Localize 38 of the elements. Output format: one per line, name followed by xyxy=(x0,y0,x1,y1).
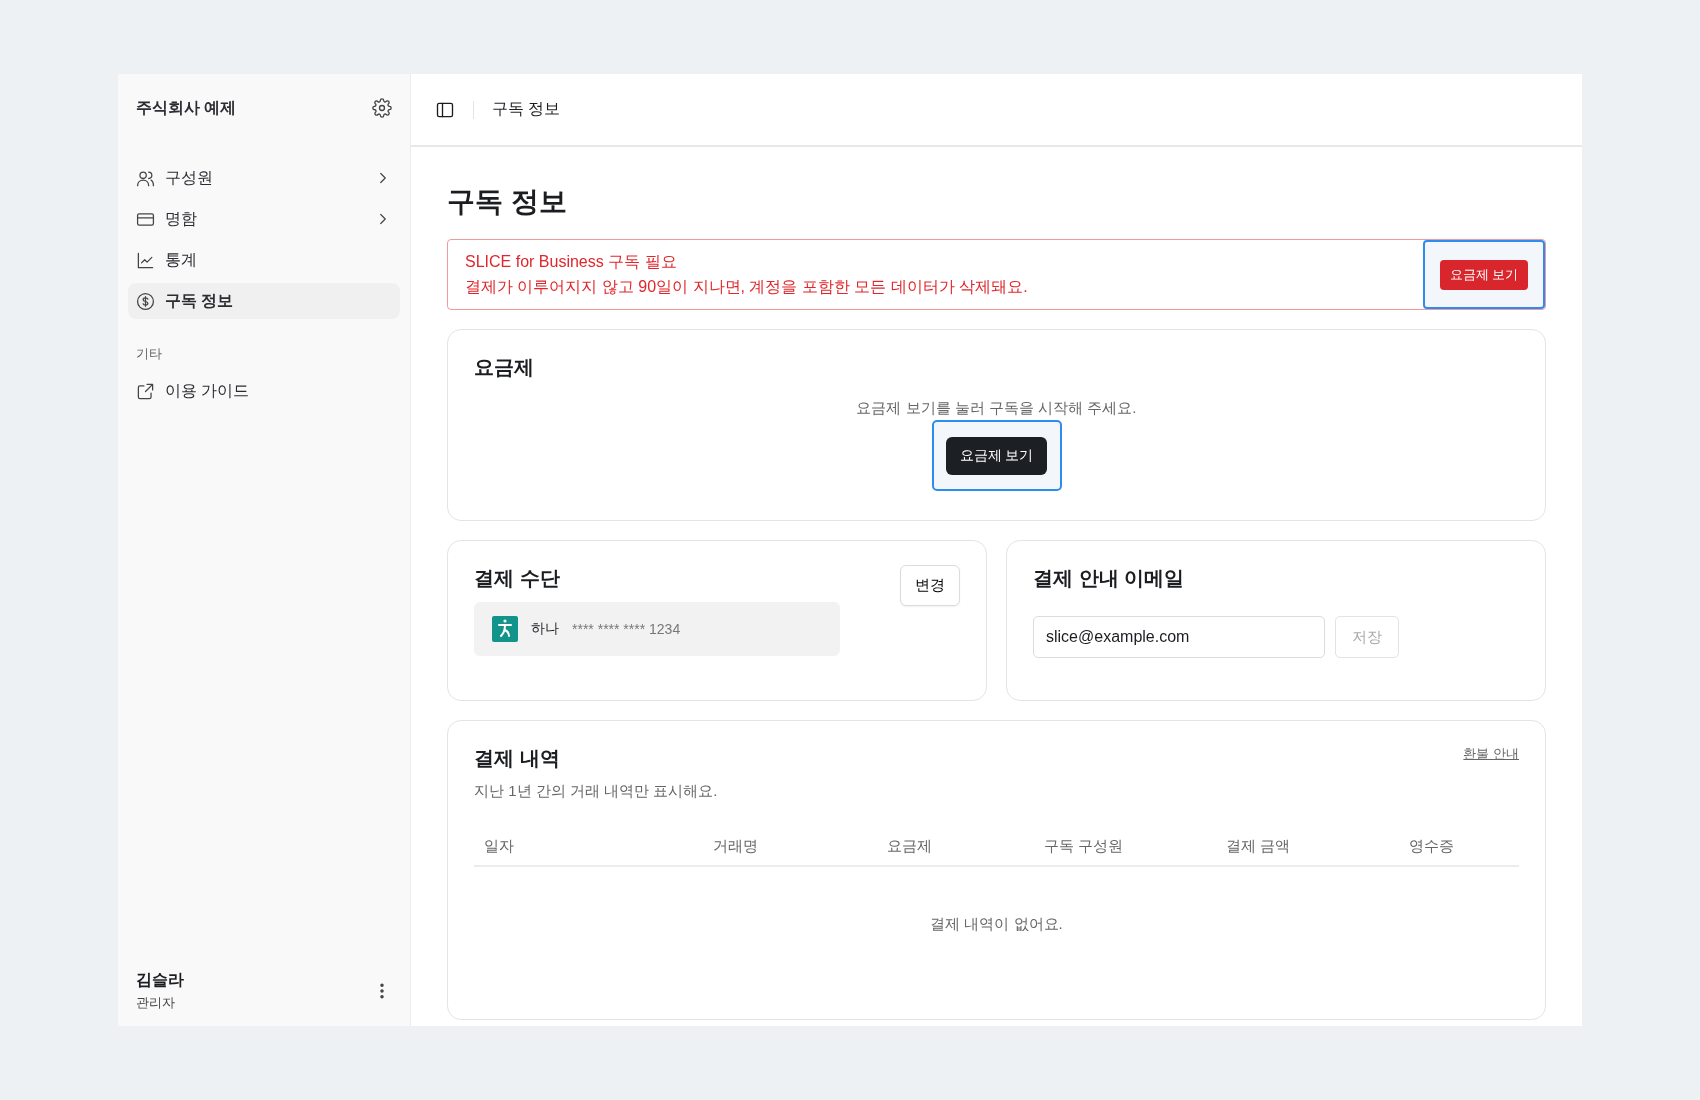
empty-message: 결제 내역이 없어요. xyxy=(929,915,1064,934)
line-chart-icon xyxy=(136,250,155,270)
user-name: 김슬라 xyxy=(136,970,184,990)
sidebar-item[interactable]: 구성원 xyxy=(128,160,400,196)
card-title: 결제 수단 xyxy=(474,566,560,591)
view-plans-button[interactable]: 요금제 보기 xyxy=(1439,259,1529,290)
column-header: 구독 구성원 xyxy=(1043,837,1125,856)
refund-link[interactable]: 환불 안내 xyxy=(1463,745,1519,763)
sidebar-item[interactable]: 통계 xyxy=(128,242,400,278)
bank-logo-icon xyxy=(492,616,518,642)
column-header: 거래명 xyxy=(711,837,759,856)
column-header: 결제 금액 xyxy=(1224,837,1291,856)
dollar-icon xyxy=(136,291,155,311)
card-title: 결제 안내 이메일 xyxy=(1033,566,1186,591)
view-plans-button[interactable]: 요금제 보기 xyxy=(945,436,1048,475)
external-link-icon xyxy=(136,381,155,401)
company-name: 주식회사 예제 xyxy=(136,97,237,118)
sidebar-item[interactable]: 구독 정보 xyxy=(128,283,400,319)
page-title: 구독 정보 xyxy=(447,185,568,219)
alert-title: SLICE for Business 구독 필요 xyxy=(465,251,678,272)
column-header: 영수증 xyxy=(1408,837,1456,856)
plan-message: 요금제 보기를 눌러 구독을 시작해 주세요. xyxy=(855,399,1138,418)
card-title: 요금제 xyxy=(474,355,535,380)
change-button[interactable]: 변경 xyxy=(900,565,960,606)
sidebar-link[interactable]: 이용 가이드 xyxy=(128,373,400,409)
email-field[interactable]: slice@example.com xyxy=(1033,616,1325,658)
user-role: 관리자 xyxy=(136,994,176,1012)
breadcrumb: 구독 정보 xyxy=(492,99,561,119)
column-header: 요금제 xyxy=(885,837,933,856)
settings-icon[interactable] xyxy=(372,98,392,118)
card-number: **** **** **** 1234 xyxy=(572,621,681,637)
section-label: 기타 xyxy=(136,345,163,363)
bank-name: 하나 xyxy=(531,620,559,638)
column-header: 일자 xyxy=(483,837,515,856)
card-subtitle: 지난 1년 간의 거래 내역만 표시해요. xyxy=(474,782,719,801)
sidebar-item[interactable]: 명함 xyxy=(128,201,400,237)
card-title: 결제 내역 xyxy=(474,746,560,771)
alert-message: 결제가 이루어지지 않고 90일이 지나면, 계정을 포함한 모든 데이터가 삭제돼요. xyxy=(465,276,1029,297)
